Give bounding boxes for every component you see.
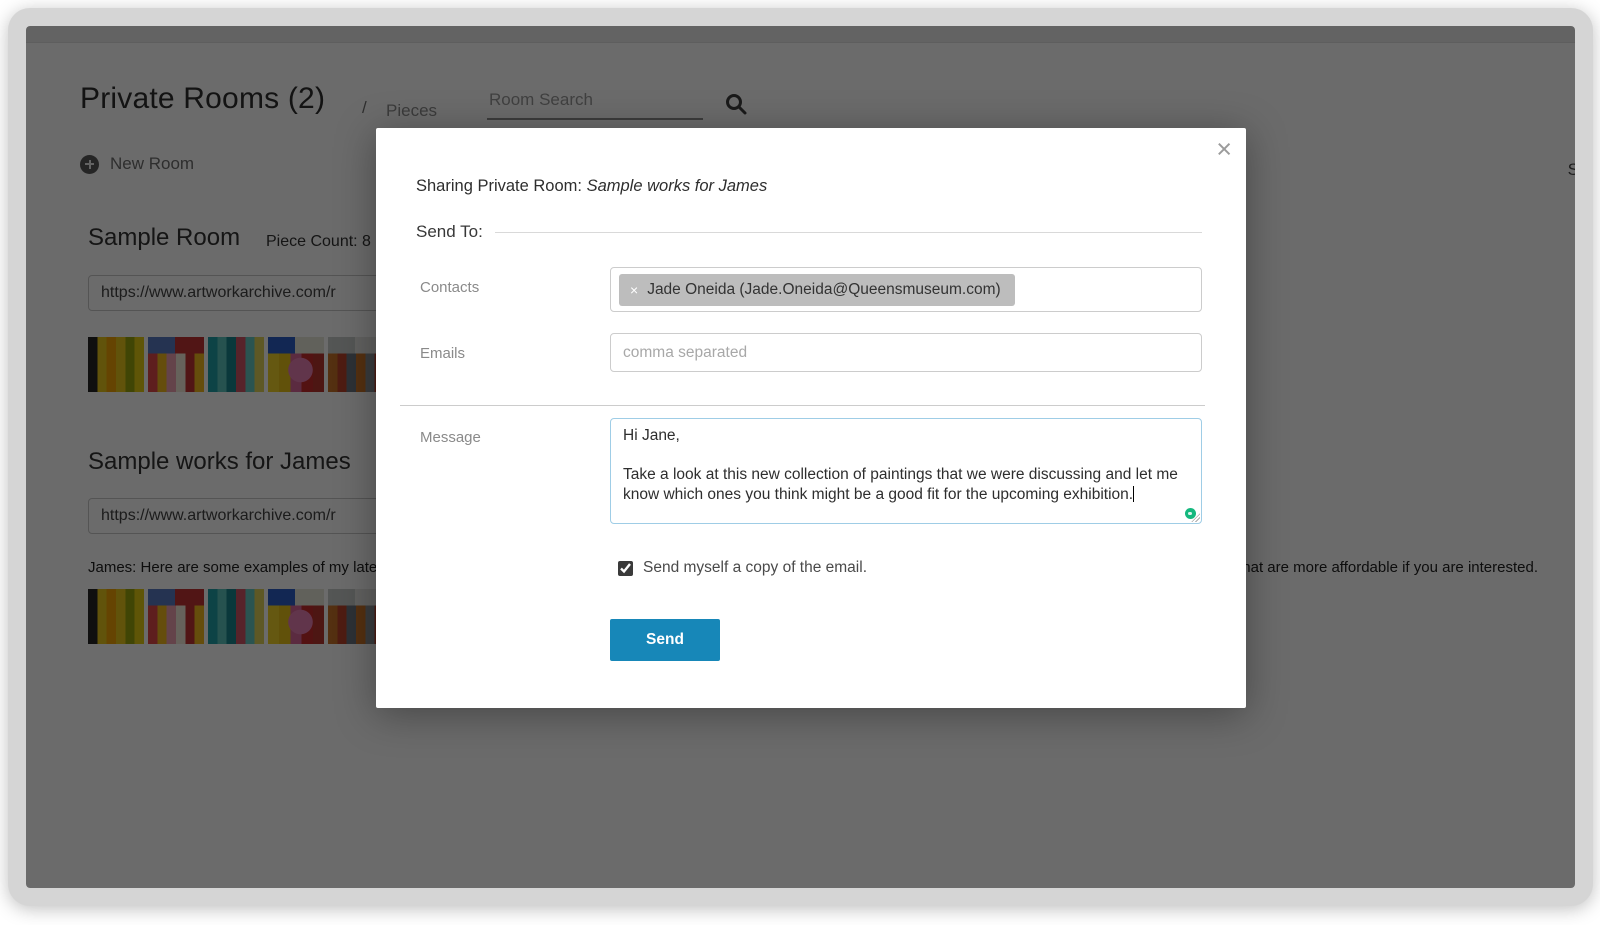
resize-grip-icon[interactable] bbox=[1191, 513, 1200, 522]
private-rooms-page: Private Rooms (2) / Pieces S New Room Sa… bbox=[26, 26, 1575, 888]
app-window: Private Rooms (2) / Pieces S New Room Sa… bbox=[8, 8, 1593, 906]
contact-chip: × Jade Oneida (Jade.Oneida@Queensmuseum.… bbox=[619, 274, 1015, 306]
modal-title: Sharing Private Room: Sample works for J… bbox=[416, 177, 767, 196]
copy-checkbox-row: Send myself a copy of the email. bbox=[618, 559, 867, 577]
send-to-label: Send To: bbox=[416, 222, 483, 242]
contacts-input[interactable]: × Jade Oneida (Jade.Oneida@Queensmuseum.… bbox=[610, 267, 1202, 312]
contact-chip-text: Jade Oneida (Jade.Oneida@Queensmuseum.co… bbox=[647, 281, 1014, 299]
sharing-modal: × Sharing Private Room: Sample works for… bbox=[376, 128, 1246, 708]
send-copy-checkbox[interactable] bbox=[618, 561, 633, 576]
modal-divider bbox=[400, 405, 1205, 406]
modal-title-prefix: Sharing Private Room: bbox=[416, 177, 587, 195]
close-icon[interactable]: × bbox=[1216, 132, 1232, 167]
modal-title-room-name: Sample works for James bbox=[587, 177, 768, 195]
message-textarea[interactable]: Hi Jane, Take a look at this new collect… bbox=[610, 418, 1202, 524]
message-label: Message bbox=[420, 429, 481, 446]
emails-label: Emails bbox=[420, 345, 465, 362]
emails-input[interactable] bbox=[610, 333, 1202, 372]
message-text: Hi Jane, Take a look at this new collect… bbox=[611, 419, 1201, 523]
text-cursor bbox=[1133, 486, 1134, 502]
chip-remove-icon[interactable]: × bbox=[619, 282, 647, 298]
contacts-label: Contacts bbox=[420, 279, 479, 296]
send-to-row: Send To: bbox=[416, 222, 1202, 242]
send-to-divider bbox=[495, 232, 1202, 233]
send-copy-label: Send myself a copy of the email. bbox=[643, 559, 867, 577]
send-button[interactable]: Send bbox=[610, 619, 720, 661]
